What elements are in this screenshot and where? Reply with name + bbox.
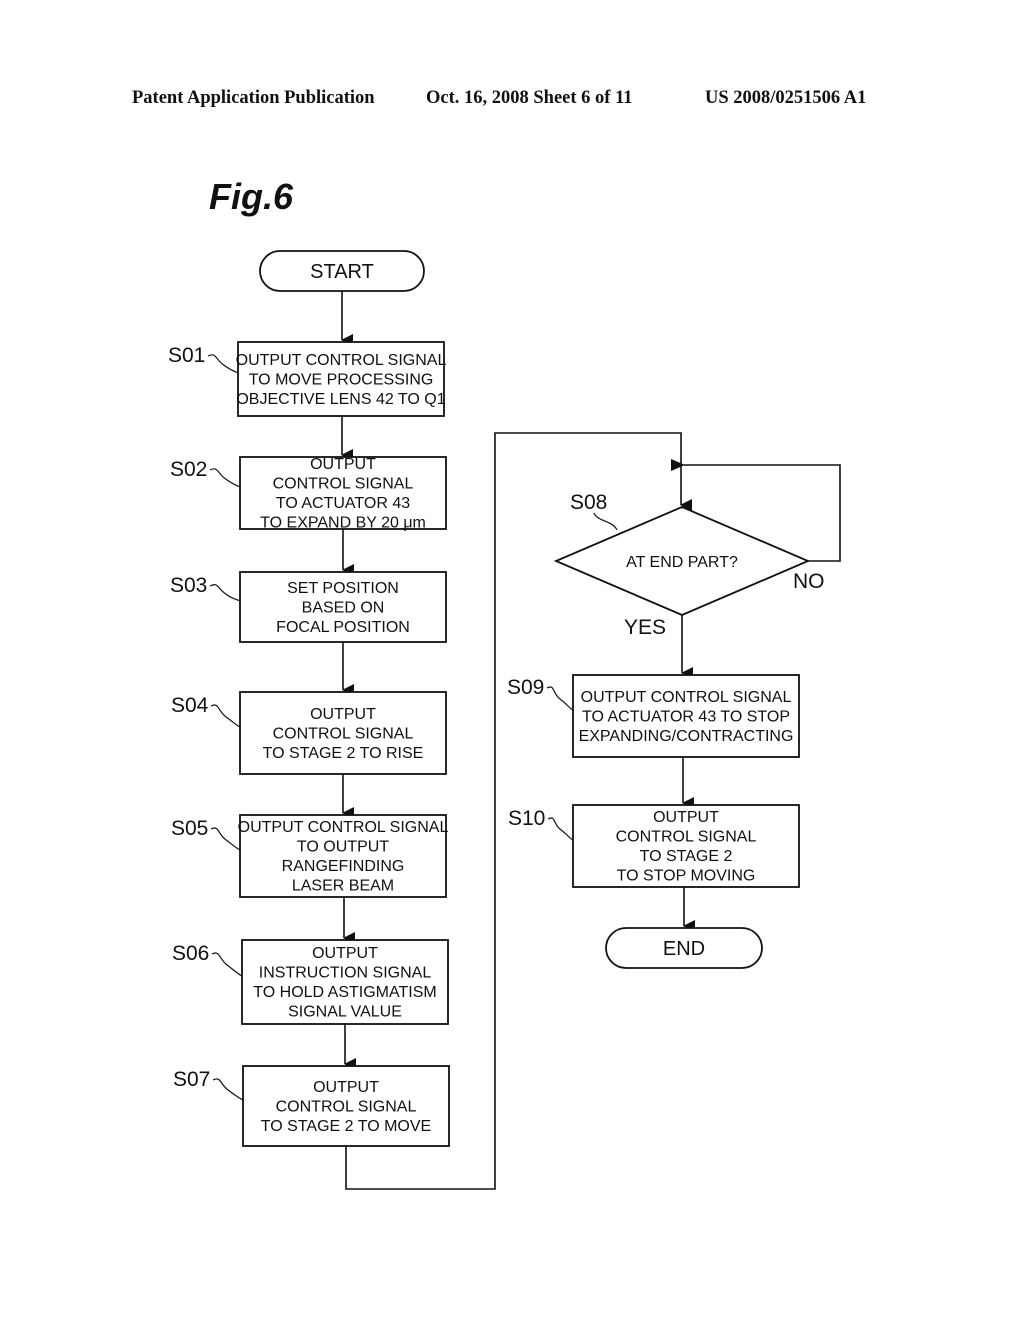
- step-text-line: OUTPUT CONTROL SIGNAL: [236, 352, 447, 369]
- step-label: S09: [507, 676, 544, 699]
- end-terminal-label: END: [663, 938, 705, 960]
- step-text-line: BASED ON: [302, 599, 385, 616]
- step-text-line: OUTPUT: [310, 456, 376, 473]
- step-text-line: CONTROL SIGNAL: [616, 829, 757, 846]
- step-text-line: OUTPUT: [313, 1079, 379, 1096]
- step-label: S02: [170, 458, 207, 481]
- leader-line: [209, 468, 241, 488]
- step-label: S10: [508, 807, 545, 830]
- step-text-line: TO MOVE PROCESSING: [249, 371, 434, 388]
- process-step-s02: OUTPUT CONTROL SIGNAL TO ACTUATOR 43 TO EXP…: [170, 456, 447, 532]
- process-step-s03: SET POSITION BASED ON FOCAL POSITION S03: [170, 571, 447, 643]
- step-text-line: EXPANDING/CONTRACTING: [579, 728, 794, 745]
- leader-line: [210, 827, 241, 851]
- step-text-line: OUTPUT: [653, 809, 719, 826]
- step-label: S08: [570, 491, 607, 514]
- step-text-line: TO ACTUATOR 43 TO STOP: [582, 708, 790, 725]
- step-label: S01: [168, 344, 205, 367]
- step-text-line: CONTROL SIGNAL: [276, 1098, 417, 1115]
- start-terminal: START: [259, 250, 425, 292]
- step-text-line: OBJECTIVE LENS 42 TO Q1: [236, 391, 445, 408]
- process-step-s07: OUTPUT CONTROL SIGNAL TO STAGE 2 TO MOVE S0…: [173, 1065, 450, 1147]
- step-text-line: TO OUTPUT: [297, 839, 389, 856]
- step-text-line: TO STAGE 2 TO MOVE: [261, 1118, 431, 1135]
- step-text-line: SIGNAL VALUE: [288, 1004, 402, 1021]
- step-text-line: OUTPUT CONTROL SIGNAL: [238, 819, 449, 836]
- decision-text: AT END PART?: [626, 554, 738, 571]
- step-text-line: CONTROL SIGNAL: [273, 725, 414, 742]
- flowchart: START END OUTPUT CONTROL SIGNAL TO MOVE PRO…: [168, 250, 841, 1190]
- step-text-line: TO ACTUATOR 43: [276, 495, 410, 512]
- step-text-line: TO EXPAND BY 20 μm: [260, 515, 426, 532]
- step-text-line: RANGEFINDING: [282, 858, 405, 875]
- process-step-s10: OUTPUT CONTROL SIGNAL TO STAGE 2 TO STOP MO…: [508, 804, 800, 888]
- leader-line: [212, 1078, 244, 1101]
- decision-step-s08: AT END PART? S08 YES NO: [553, 491, 825, 639]
- step-text-line: OUTPUT CONTROL SIGNAL: [581, 689, 792, 706]
- step-text-line: OUTPUT: [312, 945, 378, 962]
- step-label: S04: [171, 694, 209, 717]
- step-text-line: TO STAGE 2 TO RISE: [263, 745, 424, 762]
- process-step-s09: OUTPUT CONTROL SIGNAL TO ACTUATOR 43 TO S…: [507, 674, 800, 758]
- no-label: NO: [793, 570, 825, 593]
- step-label: S06: [172, 942, 209, 965]
- leader-line: [546, 686, 574, 711]
- end-terminal: END: [605, 927, 763, 969]
- step-text-line: TO STAGE 2: [640, 848, 733, 865]
- step-text-line: LASER BEAM: [292, 878, 394, 895]
- leader-line: [547, 817, 574, 841]
- leader-line: [210, 704, 241, 728]
- nodes: START END OUTPUT CONTROL SIGNAL TO MOVE PRO…: [168, 250, 825, 1147]
- process-step-s05: OUTPUT CONTROL SIGNAL TO OUTPUT RANGEFINDI…: [171, 814, 449, 898]
- step-label: S07: [173, 1068, 210, 1091]
- leader-line: [209, 584, 241, 602]
- step-text-line: FOCAL POSITION: [276, 619, 410, 636]
- leader-line: [211, 952, 243, 977]
- leader-line: [207, 354, 239, 374]
- step-text-line: CONTROL SIGNAL: [273, 476, 414, 493]
- step-text-line: OUTPUT: [310, 706, 376, 723]
- step-label: S03: [170, 574, 207, 597]
- leader-line: [593, 512, 618, 531]
- process-step-s01: OUTPUT CONTROL SIGNAL TO MOVE PROCESSING O…: [168, 341, 447, 417]
- start-terminal-label: START: [310, 261, 374, 283]
- step-label: S05: [171, 817, 208, 840]
- yes-label: YES: [624, 616, 666, 639]
- step-text-line: TO HOLD ASTIGMATISM: [253, 984, 436, 1001]
- process-step-s06: OUTPUT INSTRUCTION SIGNAL TO HOLD ASTIGMAT…: [172, 939, 449, 1025]
- step-text-line: SET POSITION: [287, 580, 399, 597]
- step-text-line: TO STOP MOVING: [617, 868, 756, 885]
- process-step-s04: OUTPUT CONTROL SIGNAL TO STAGE 2 TO RISE S0…: [171, 691, 447, 775]
- step-text-line: INSTRUCTION SIGNAL: [259, 965, 432, 982]
